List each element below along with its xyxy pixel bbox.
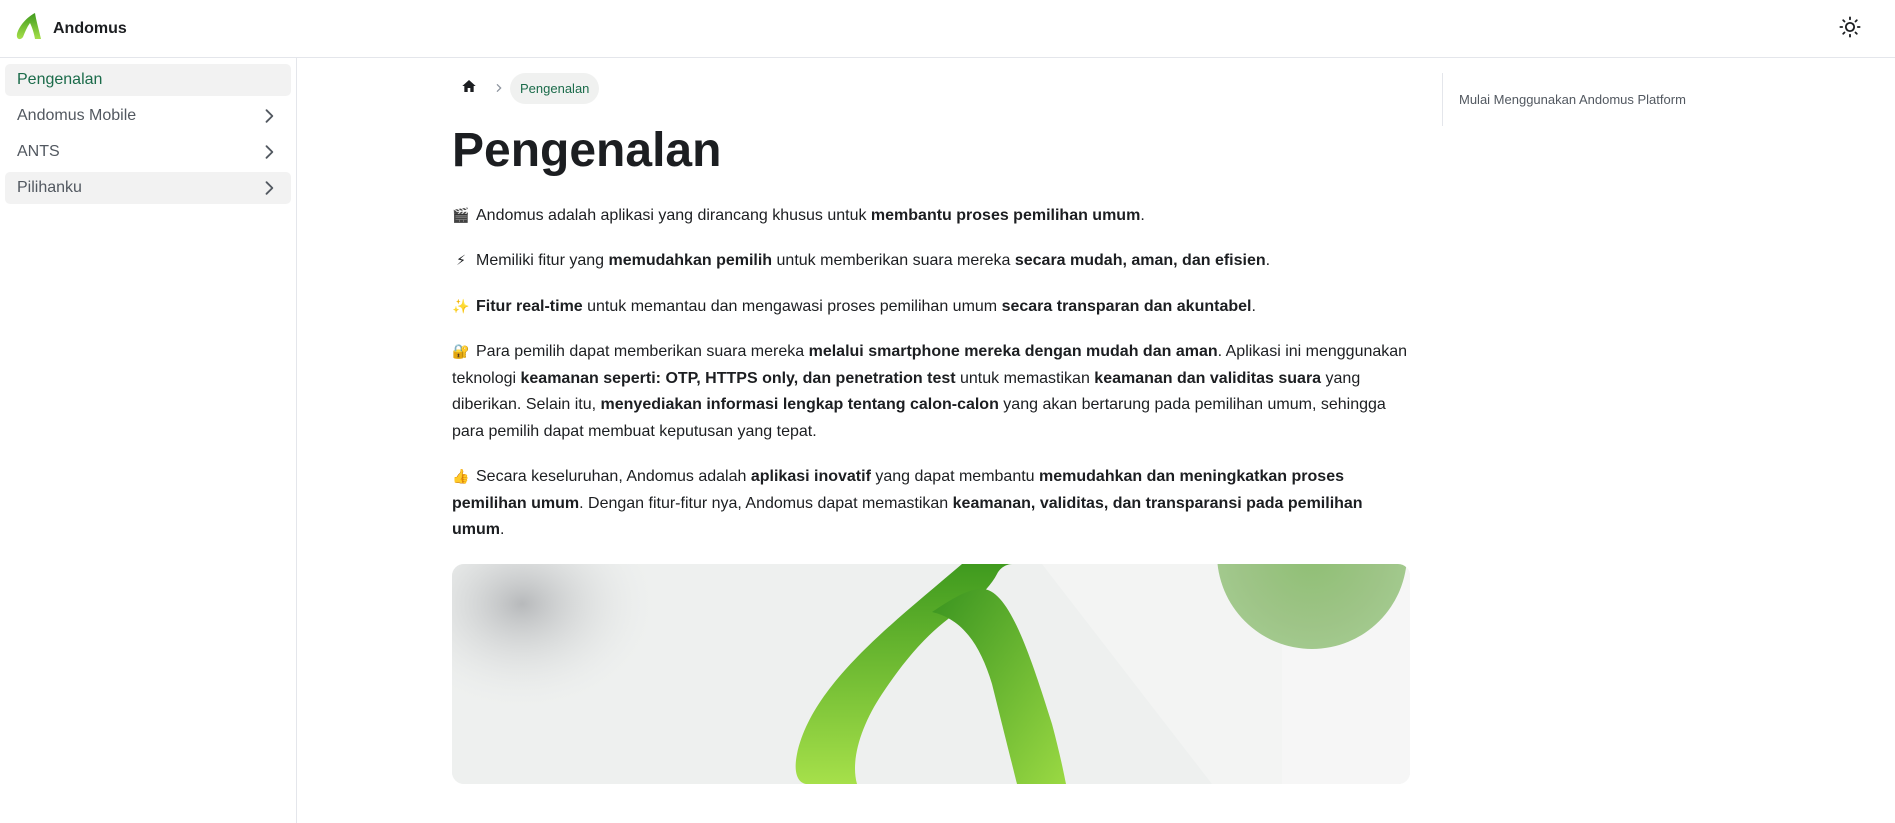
home-icon <box>461 78 477 99</box>
sidebar-item-ants[interactable]: ANTS <box>5 136 291 168</box>
text: Para pemilih dapat memberikan suara mere… <box>476 343 809 361</box>
text: Memiliki fitur yang <box>476 252 609 270</box>
paragraph: 🎬 Andomus adalah aplikasi yang dirancang … <box>452 202 1410 230</box>
paragraph: 🔐 Para pemilih dapat memberikan suara mer… <box>452 338 1410 445</box>
navbar: Andomus <box>0 0 1895 58</box>
page-title: Pengenalan <box>452 124 722 177</box>
paragraph: 👍 Secara keseluruhan, Andomus adalah apli… <box>452 463 1410 544</box>
sidebar-item-label: ANTS <box>17 143 60 160</box>
bold-text: keamanan dan validitas suara <box>1094 369 1322 387</box>
paragraph: ⚡ Memiliki fitur yang memudahkan pemilih … <box>452 247 1410 275</box>
toc-link[interactable]: Mulai Menggunakan Andomus Platform <box>1459 92 1686 107</box>
andomus-banner-logo-icon <box>452 563 1410 784</box>
bold-text: melalui smartphone mereka dengan mudah d… <box>808 343 1218 361</box>
bold-text: membantu proses pemilihan umum <box>870 206 1141 224</box>
breadcrumb-home-link[interactable] <box>452 73 486 103</box>
text: untuk memberikan suara mereka <box>772 252 1015 270</box>
table-of-contents: Mulai Menggunakan Andomus Platform <box>1442 73 1702 126</box>
sidebar-item-pilihanku[interactable]: Pilihanku <box>5 172 291 204</box>
text: untuk memastikan <box>955 369 1095 387</box>
main-content: Pengenalan Pengenalan 🎬 Andomus adalah ap… <box>452 58 1410 784</box>
text: Andomus adalah aplikasi yang dirancang k… <box>476 206 871 224</box>
text: untuk memantau dan mengawasi proses pemi… <box>582 297 1002 315</box>
paragraph: ✨ Fitur real-time untuk memantau dan meng… <box>452 293 1410 321</box>
chevron-right-icon[interactable] <box>259 106 279 126</box>
breadcrumb-current[interactable]: Pengenalan <box>510 72 600 104</box>
sidebar-item-pengenalan[interactable]: Pengenalan <box>5 64 291 96</box>
text: yang dapat membantu <box>870 468 1040 486</box>
sidebar: Pengenalan Andomus Mobile ANTS Pilihanku <box>0 58 297 823</box>
chevron-right-icon[interactable] <box>259 178 279 198</box>
text: . <box>1251 297 1256 315</box>
andomus-logo-icon <box>13 10 45 47</box>
theme-toggle-button[interactable] <box>1833 12 1867 46</box>
text: . <box>1265 252 1271 270</box>
text: Secara keseluruhan, Andomus adalah <box>476 468 751 486</box>
emoji-icon: ⚡ <box>456 252 466 269</box>
bold-text: keamanan seperti: OTP, HTTPS only, dan p… <box>520 369 956 387</box>
bold-text: secara mudah, aman, dan efisien <box>1014 252 1266 270</box>
brand-link[interactable]: Andomus <box>13 10 127 47</box>
text: . Dengan fitur-fitur nya, Andomus dapat … <box>579 494 953 512</box>
text: . <box>1140 206 1145 224</box>
bold-text: memudahkan pemilih <box>608 252 773 270</box>
bold-text: menyediakan informasi lengkap tentang ca… <box>600 396 999 414</box>
sidebar-item-label: Pengenalan <box>17 71 103 88</box>
sidebar-item-label: Andomus Mobile <box>17 107 137 124</box>
sidebar-item-andomus-mobile[interactable]: Andomus Mobile <box>5 100 291 132</box>
emoji-icon: 👍 <box>452 468 470 485</box>
sun-icon <box>1839 15 1861 43</box>
bold-text: secara transparan dan akuntabel <box>1001 297 1252 315</box>
emoji-icon: 🔐 <box>452 343 470 360</box>
article-body: 🎬 Andomus adalah aplikasi yang dirancang … <box>452 202 1410 544</box>
text: . <box>500 521 505 539</box>
bold-text: aplikasi inovatif <box>750 468 871 486</box>
emoji-icon: 🎬 <box>452 206 470 223</box>
chevron-right-icon[interactable] <box>259 142 279 162</box>
brand-title: Andomus <box>53 19 127 37</box>
hero-banner-image <box>452 563 1410 784</box>
breadcrumb: Pengenalan <box>452 72 1410 104</box>
bold-text: Fitur real-time <box>476 297 583 315</box>
chevron-right-icon <box>494 83 504 93</box>
sidebar-item-label: Pilihanku <box>17 179 82 196</box>
emoji-icon: ✨ <box>452 297 470 314</box>
